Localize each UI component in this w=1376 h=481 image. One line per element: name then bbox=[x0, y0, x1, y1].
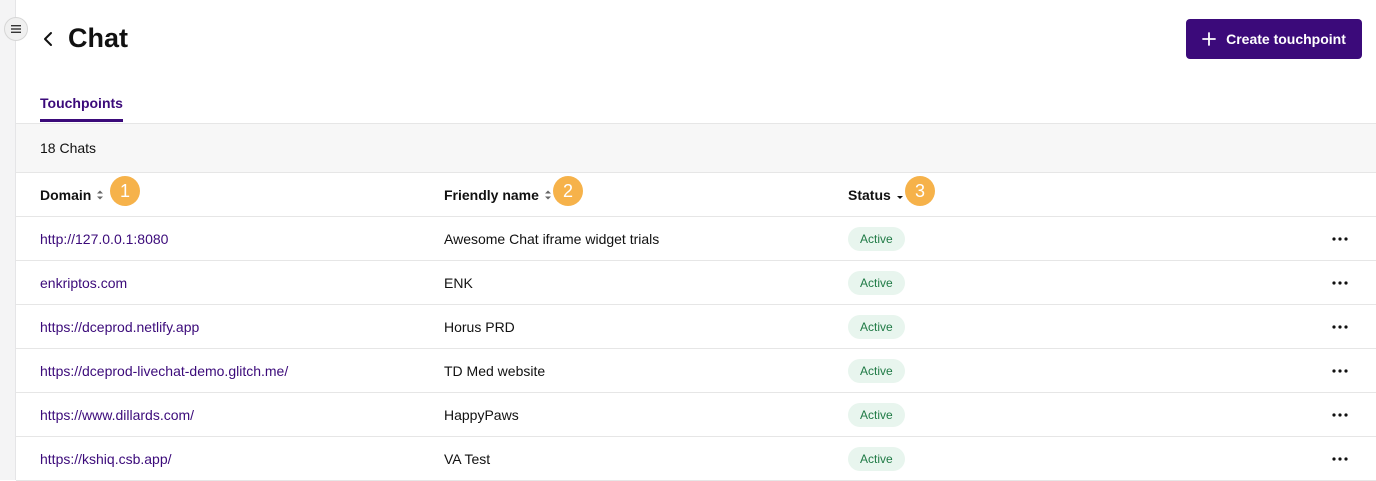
row-actions-button[interactable] bbox=[1328, 361, 1352, 381]
column-header-label: Status bbox=[848, 186, 891, 203]
friendly-name: Awesome Chat iframe widget trials bbox=[444, 230, 660, 247]
table-row: https://dceprod.netlify.app Horus PRD Ac… bbox=[16, 305, 1376, 349]
sort-both-icon bbox=[544, 189, 552, 201]
status-badge: Active bbox=[848, 446, 905, 471]
tab-touchpoints[interactable]: Touchpoints bbox=[40, 95, 123, 122]
status-badge: Active bbox=[848, 270, 905, 295]
summary-bar: 18 Chats bbox=[16, 123, 1376, 173]
plus-icon bbox=[1202, 32, 1217, 46]
friendly-name: HappyPaws bbox=[444, 406, 519, 423]
status-badge: Active bbox=[848, 226, 905, 251]
status-cell: Active bbox=[848, 349, 905, 392]
sort-descending-icon bbox=[896, 189, 904, 201]
sidebar-toggle-button[interactable] bbox=[4, 17, 28, 41]
table-row: https://www.dillards.com/ HappyPaws Acti… bbox=[16, 393, 1376, 437]
annotation-marker: 2 bbox=[553, 176, 583, 206]
table-row: https://dceprod-livechat-demo.glitch.me/… bbox=[16, 349, 1376, 393]
chat-count: 18 Chats bbox=[40, 140, 97, 156]
status-badge: Active bbox=[848, 402, 905, 427]
annotation-marker: 3 bbox=[905, 176, 935, 206]
more-horizontal-icon bbox=[1332, 325, 1348, 329]
table-row: http://127.0.0.1:8080 Awesome Chat ifram… bbox=[16, 217, 1376, 261]
domain-link[interactable]: https://dceprod.netlify.app bbox=[40, 305, 199, 348]
column-header-label: Domain bbox=[40, 186, 92, 203]
sort-both-icon bbox=[96, 189, 104, 201]
table-row: https://kshiq.csb.app/ VA Test Active bbox=[16, 437, 1376, 481]
column-header-friendly-name[interactable]: Friendly name bbox=[444, 173, 552, 216]
status-cell: Active bbox=[848, 217, 905, 260]
domain-link[interactable]: enkriptos.com bbox=[40, 261, 127, 304]
more-horizontal-icon bbox=[1332, 237, 1348, 241]
domain-link[interactable]: https://dceprod-livechat-demo.glitch.me/ bbox=[40, 349, 288, 392]
more-horizontal-icon bbox=[1332, 369, 1348, 373]
domain-link[interactable]: https://kshiq.csb.app/ bbox=[40, 437, 172, 480]
status-badge: Active bbox=[848, 314, 905, 339]
friendly-name: ENK bbox=[444, 274, 473, 291]
chevron-left-icon bbox=[44, 32, 52, 46]
more-horizontal-icon bbox=[1332, 281, 1348, 285]
more-horizontal-icon bbox=[1332, 413, 1348, 417]
domain-link[interactable]: https://www.dillards.com/ bbox=[40, 393, 194, 436]
page-title: Chat bbox=[68, 23, 128, 53]
table-header: Domain 1 Friendly name 2 Status 3 bbox=[16, 173, 1376, 217]
main-content: Chat Create touchpoint Touchpoints 18 Ch… bbox=[16, 0, 1376, 481]
column-header-domain[interactable]: Domain bbox=[40, 173, 104, 216]
create-touchpoint-button[interactable]: Create touchpoint bbox=[1186, 19, 1362, 59]
row-actions-button[interactable] bbox=[1328, 317, 1352, 337]
friendly-name: TD Med website bbox=[444, 362, 546, 379]
status-badge: Active bbox=[848, 358, 905, 383]
row-actions-button[interactable] bbox=[1328, 229, 1352, 249]
menu-icon bbox=[11, 25, 21, 33]
column-header-status[interactable]: Status bbox=[848, 173, 904, 216]
column-header-label: Friendly name bbox=[444, 186, 539, 203]
annotation-marker: 1 bbox=[110, 176, 140, 206]
more-horizontal-icon bbox=[1332, 457, 1348, 461]
status-cell: Active bbox=[848, 305, 905, 348]
status-cell: Active bbox=[848, 261, 905, 304]
create-touchpoint-label: Create touchpoint bbox=[1226, 31, 1346, 47]
back-button[interactable] bbox=[38, 28, 58, 50]
status-cell: Active bbox=[848, 393, 905, 436]
table-row: enkriptos.com ENK Active bbox=[16, 261, 1376, 305]
friendly-name: Horus PRD bbox=[444, 318, 515, 335]
left-rail bbox=[0, 0, 16, 480]
row-actions-button[interactable] bbox=[1328, 449, 1352, 469]
friendly-name: VA Test bbox=[444, 450, 491, 467]
row-actions-button[interactable] bbox=[1328, 273, 1352, 293]
row-actions-button[interactable] bbox=[1328, 405, 1352, 425]
status-cell: Active bbox=[848, 437, 905, 480]
domain-link[interactable]: http://127.0.0.1:8080 bbox=[40, 217, 168, 260]
